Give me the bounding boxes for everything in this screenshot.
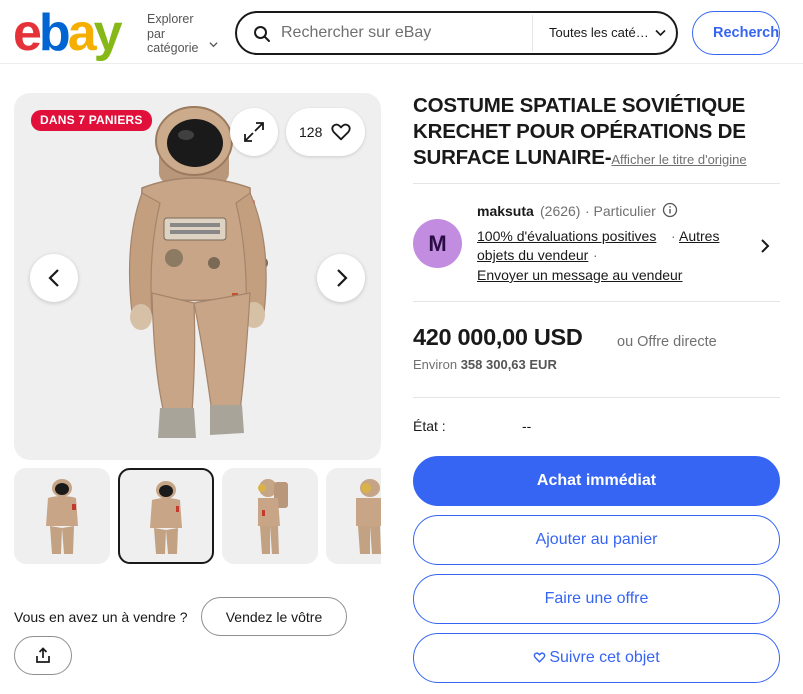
divider — [413, 183, 780, 184]
thumbnail-image — [46, 479, 78, 554]
item-price: 420 000,00 USD — [413, 324, 583, 350]
sell-yours-button[interactable]: Vendez le vôtre — [201, 597, 347, 636]
sell-yours-label: Vendez le vôtre — [225, 609, 323, 625]
info-icon[interactable] — [662, 202, 678, 218]
seller-type: · Particulier — [585, 203, 656, 219]
condition-value: -- — [522, 418, 532, 434]
add-to-cart-label: Ajouter au panier — [535, 531, 658, 548]
chevron-right-icon — [337, 269, 348, 287]
explore-label-line1: Explorer — [147, 12, 194, 26]
explore-label-line2: par — [147, 26, 166, 41]
next-image-button[interactable] — [317, 254, 365, 302]
show-original-title-link[interactable]: Afficher le titre d'origine — [611, 152, 746, 167]
avatar[interactable]: M — [413, 219, 462, 268]
make-offer-button[interactable]: Faire une offre — [413, 574, 780, 624]
thumbnail-image — [356, 479, 381, 554]
watch-count-button[interactable]: 128 — [286, 108, 365, 156]
thumbnail[interactable] — [14, 468, 110, 564]
buy-now-button[interactable]: Achat immédiat — [413, 456, 780, 506]
other-items-link-line1[interactable]: Autres — [679, 228, 719, 244]
divider — [413, 301, 780, 302]
thumbnail-image — [150, 481, 182, 554]
search-button-label: Recherch — [713, 25, 780, 41]
ebay-logo[interactable]: ebay — [13, 5, 123, 61]
make-offer-label: Faire une offre — [544, 590, 649, 607]
thumbnail-image — [258, 479, 288, 554]
search-bar: Toutes les caté… — [235, 11, 678, 55]
best-offer-label: ou Offre directe — [617, 334, 717, 350]
search-icon — [254, 26, 270, 42]
converted-price: Environ 358 300,63 EUR — [413, 357, 557, 372]
category-select[interactable]: Toutes les caté… — [549, 25, 649, 40]
thumbnail-selected[interactable] — [118, 468, 214, 564]
seller-name[interactable]: maksuta — [477, 203, 534, 219]
search-button[interactable]: Recherch — [692, 11, 780, 55]
heart-icon — [331, 123, 351, 141]
sell-question: Vous en avez un à vendre ? — [14, 609, 188, 625]
buy-now-label: Achat immédiat — [536, 472, 657, 489]
share-icon — [36, 647, 50, 663]
chevron-down-icon — [655, 29, 666, 37]
chevron-left-icon — [48, 269, 59, 287]
seller-feedback-count: (2626) — [540, 203, 581, 219]
positive-feedback-link[interactable]: 100% d'évaluations positives — [477, 228, 656, 244]
site-header: ebay Explorer par catégorie Toutes les c… — [0, 0, 803, 64]
share-button[interactable] — [14, 636, 72, 675]
heart-icon — [534, 652, 546, 663]
condition-label: État : — [413, 418, 446, 434]
expand-image-button[interactable] — [230, 108, 278, 156]
separator-dot: · — [671, 228, 676, 244]
watch-item-label: Suivre cet objet — [549, 649, 660, 666]
shop-by-category-button[interactable]: Explorer par catégorie — [147, 12, 227, 56]
approx-value: 358 300,63 EUR — [460, 357, 557, 372]
in-carts-badge: DANS 7 PANIERS — [31, 110, 152, 131]
divider — [413, 397, 780, 398]
search-divider — [532, 15, 533, 51]
watch-item-button[interactable]: Suivre cet objet — [413, 633, 780, 683]
chevron-right-icon[interactable] — [760, 238, 770, 254]
contact-seller-link[interactable]: Envoyer un message au vendeur — [477, 267, 682, 283]
previous-image-button[interactable] — [30, 254, 78, 302]
listing-title: COSTUME SPATIALE SOVIÉTIQUE KRECHET POUR… — [413, 93, 785, 173]
expand-icon — [244, 122, 264, 142]
watch-count: 128 — [299, 124, 323, 140]
chevron-down-icon — [209, 42, 218, 48]
thumbnail-strip — [14, 468, 381, 564]
add-to-cart-button[interactable]: Ajouter au panier — [413, 515, 780, 565]
separator-dot: · — [593, 247, 598, 263]
other-items-link-line2[interactable]: objets du vendeur — [477, 247, 588, 263]
search-input[interactable] — [281, 22, 521, 44]
thumbnail[interactable] — [222, 468, 318, 564]
thumbnail[interactable] — [326, 468, 381, 564]
approx-label: Environ — [413, 357, 458, 372]
